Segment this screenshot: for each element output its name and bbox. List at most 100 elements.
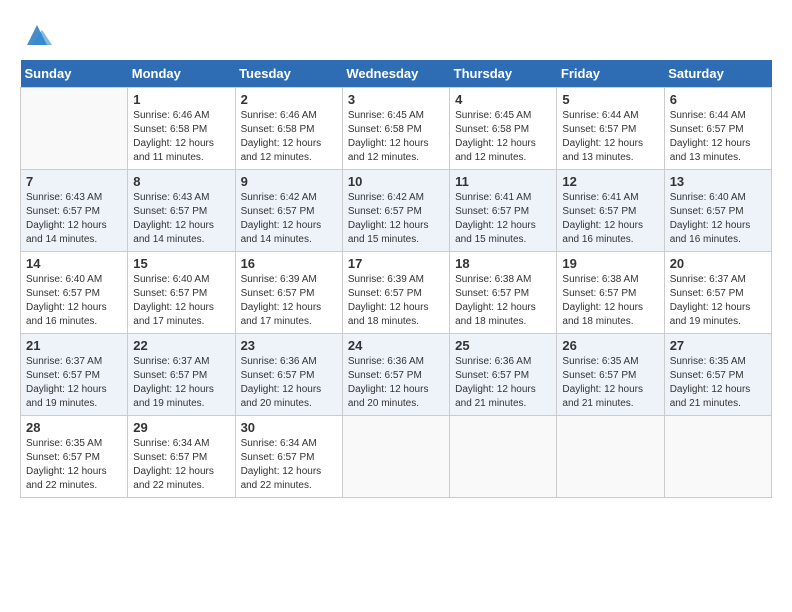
calendar-cell: 19Sunrise: 6:38 AM Sunset: 6:57 PM Dayli… bbox=[557, 252, 664, 334]
calendar-cell: 4 Sunrise: 6:45 AM Sunset: 6:58 PM Daylig… bbox=[450, 88, 557, 170]
day-number: 29 bbox=[133, 420, 229, 435]
calendar-cell: 7 Sunrise: 6:43 AM Sunset: 6:57 PM Daylig… bbox=[21, 170, 128, 252]
calendar-cell: 26 Sunrise: 6:35 AM Sunset: 6:57 PM Dayli… bbox=[557, 334, 664, 416]
day-number: 24 bbox=[348, 338, 444, 353]
day-number: 25 bbox=[455, 338, 551, 353]
calendar-week-2: 7 Sunrise: 6:43 AM Sunset: 6:57 PM Daylig… bbox=[21, 170, 772, 252]
day-info: Sunrise: 6:44 AM Sunset: 6:57 PM Dayligh… bbox=[670, 109, 766, 165]
day-info: Sunrise: 6:45 AM Sunset: 6:58 PM Dayligh… bbox=[348, 109, 444, 165]
calendar-cell: 5 Sunrise: 6:44 AM Sunset: 6:57 PM Daylig… bbox=[557, 88, 664, 170]
calendar-cell bbox=[450, 416, 557, 498]
day-number: 3 bbox=[348, 92, 444, 107]
calendar-cell: 12 Sunrise: 6:41 AM Sunset: 6:57 PM Dayli… bbox=[557, 170, 664, 252]
logo-icon bbox=[22, 20, 52, 50]
day-number: 14 bbox=[26, 256, 122, 271]
day-number: 17 bbox=[348, 256, 444, 271]
day-info: Sunrise: 6:46 AM Sunset: 6:58 PM Dayligh… bbox=[241, 109, 337, 165]
day-header-tuesday: Tuesday bbox=[235, 60, 342, 88]
day-number: 6 bbox=[670, 92, 766, 107]
day-info: Sunrise: 6:43 AM Sunset: 6:57 PM Dayligh… bbox=[26, 191, 122, 247]
day-info: Sunrise: 6:41 AM Sunset: 6:57 PM Dayligh… bbox=[455, 191, 551, 247]
day-number: 27 bbox=[670, 338, 766, 353]
day-info: Sunrise: 6:43 AM Sunset: 6:57 PM Dayligh… bbox=[133, 191, 229, 247]
calendar-cell: 14 Sunrise: 6:40 AM Sunset: 6:57 PM Dayli… bbox=[21, 252, 128, 334]
calendar-header-row: SundayMondayTuesdayWednesdayThursdayFrid… bbox=[21, 60, 772, 88]
calendar-week-1: 1 Sunrise: 6:46 AM Sunset: 6:58 PM Daylig… bbox=[21, 88, 772, 170]
day-header-saturday: Saturday bbox=[664, 60, 771, 88]
calendar-cell: 11 Sunrise: 6:41 AM Sunset: 6:57 PM Dayli… bbox=[450, 170, 557, 252]
day-info: Sunrise: 6:40 AM Sunset: 6:57 PM Dayligh… bbox=[133, 273, 229, 329]
day-number: 26 bbox=[562, 338, 658, 353]
calendar-cell: 15Sunrise: 6:40 AM Sunset: 6:57 PM Dayli… bbox=[128, 252, 235, 334]
day-number: 23 bbox=[241, 338, 337, 353]
calendar-cell: 18 Sunrise: 6:38 AM Sunset: 6:57 PM Dayli… bbox=[450, 252, 557, 334]
calendar-week-5: 28Sunrise: 6:35 AM Sunset: 6:57 PM Dayli… bbox=[21, 416, 772, 498]
day-info: Sunrise: 6:36 AM Sunset: 6:57 PM Dayligh… bbox=[348, 355, 444, 411]
day-number: 18 bbox=[455, 256, 551, 271]
calendar-cell bbox=[557, 416, 664, 498]
day-info: Sunrise: 6:40 AM Sunset: 6:57 PM Dayligh… bbox=[26, 273, 122, 329]
day-number: 1 bbox=[133, 92, 229, 107]
calendar-cell: 23Sunrise: 6:36 AM Sunset: 6:57 PM Dayli… bbox=[235, 334, 342, 416]
calendar-week-4: 21 Sunrise: 6:37 AM Sunset: 6:57 PM Dayli… bbox=[21, 334, 772, 416]
calendar-cell: 2 Sunrise: 6:46 AM Sunset: 6:58 PM Daylig… bbox=[235, 88, 342, 170]
calendar-cell: 30 Sunrise: 6:34 AM Sunset: 6:57 PM Dayli… bbox=[235, 416, 342, 498]
calendar-cell: 24 Sunrise: 6:36 AM Sunset: 6:57 PM Dayli… bbox=[342, 334, 449, 416]
calendar-cell: 10Sunrise: 6:42 AM Sunset: 6:57 PM Dayli… bbox=[342, 170, 449, 252]
day-number: 28 bbox=[26, 420, 122, 435]
day-info: Sunrise: 6:35 AM Sunset: 6:57 PM Dayligh… bbox=[562, 355, 658, 411]
day-info: Sunrise: 6:40 AM Sunset: 6:57 PM Dayligh… bbox=[670, 191, 766, 247]
day-info: Sunrise: 6:39 AM Sunset: 6:57 PM Dayligh… bbox=[348, 273, 444, 329]
day-number: 22 bbox=[133, 338, 229, 353]
calendar-cell: 16 Sunrise: 6:39 AM Sunset: 6:57 PM Dayli… bbox=[235, 252, 342, 334]
calendar-week-3: 14 Sunrise: 6:40 AM Sunset: 6:57 PM Dayli… bbox=[21, 252, 772, 334]
day-number: 11 bbox=[455, 174, 551, 189]
day-info: Sunrise: 6:45 AM Sunset: 6:58 PM Dayligh… bbox=[455, 109, 551, 165]
day-info: Sunrise: 6:35 AM Sunset: 6:57 PM Dayligh… bbox=[670, 355, 766, 411]
calendar-cell: 3 Sunrise: 6:45 AM Sunset: 6:58 PM Daylig… bbox=[342, 88, 449, 170]
day-header-friday: Friday bbox=[557, 60, 664, 88]
day-number: 7 bbox=[26, 174, 122, 189]
day-number: 21 bbox=[26, 338, 122, 353]
day-info: Sunrise: 6:37 AM Sunset: 6:57 PM Dayligh… bbox=[670, 273, 766, 329]
day-info: Sunrise: 6:36 AM Sunset: 6:57 PM Dayligh… bbox=[455, 355, 551, 411]
day-number: 4 bbox=[455, 92, 551, 107]
calendar-cell: 20 Sunrise: 6:37 AM Sunset: 6:57 PM Dayli… bbox=[664, 252, 771, 334]
calendar-cell bbox=[664, 416, 771, 498]
calendar-table: SundayMondayTuesdayWednesdayThursdayFrid… bbox=[20, 60, 772, 498]
day-header-thursday: Thursday bbox=[450, 60, 557, 88]
day-info: Sunrise: 6:38 AM Sunset: 6:57 PM Dayligh… bbox=[562, 273, 658, 329]
day-number: 20 bbox=[670, 256, 766, 271]
day-number: 13 bbox=[670, 174, 766, 189]
day-number: 8 bbox=[133, 174, 229, 189]
calendar-cell: 8 Sunrise: 6:43 AM Sunset: 6:57 PM Daylig… bbox=[128, 170, 235, 252]
calendar-cell: 6 Sunrise: 6:44 AM Sunset: 6:57 PM Daylig… bbox=[664, 88, 771, 170]
day-info: Sunrise: 6:34 AM Sunset: 6:57 PM Dayligh… bbox=[241, 437, 337, 493]
page-header bbox=[20, 20, 772, 50]
calendar-cell: 9Sunrise: 6:42 AM Sunset: 6:57 PM Daylig… bbox=[235, 170, 342, 252]
day-header-sunday: Sunday bbox=[21, 60, 128, 88]
day-info: Sunrise: 6:37 AM Sunset: 6:57 PM Dayligh… bbox=[26, 355, 122, 411]
day-header-monday: Monday bbox=[128, 60, 235, 88]
day-number: 2 bbox=[241, 92, 337, 107]
day-info: Sunrise: 6:38 AM Sunset: 6:57 PM Dayligh… bbox=[455, 273, 551, 329]
day-info: Sunrise: 6:41 AM Sunset: 6:57 PM Dayligh… bbox=[562, 191, 658, 247]
calendar-cell bbox=[342, 416, 449, 498]
calendar-cell: 1 Sunrise: 6:46 AM Sunset: 6:58 PM Daylig… bbox=[128, 88, 235, 170]
day-number: 5 bbox=[562, 92, 658, 107]
day-info: Sunrise: 6:44 AM Sunset: 6:57 PM Dayligh… bbox=[562, 109, 658, 165]
day-info: Sunrise: 6:46 AM Sunset: 6:58 PM Dayligh… bbox=[133, 109, 229, 165]
day-number: 9 bbox=[241, 174, 337, 189]
calendar-cell: 25 Sunrise: 6:36 AM Sunset: 6:57 PM Dayli… bbox=[450, 334, 557, 416]
logo bbox=[20, 20, 52, 50]
calendar-cell: 28Sunrise: 6:35 AM Sunset: 6:57 PM Dayli… bbox=[21, 416, 128, 498]
day-info: Sunrise: 6:39 AM Sunset: 6:57 PM Dayligh… bbox=[241, 273, 337, 329]
calendar-cell: 21 Sunrise: 6:37 AM Sunset: 6:57 PM Dayli… bbox=[21, 334, 128, 416]
day-header-wednesday: Wednesday bbox=[342, 60, 449, 88]
calendar-cell bbox=[21, 88, 128, 170]
day-number: 16 bbox=[241, 256, 337, 271]
day-number: 30 bbox=[241, 420, 337, 435]
day-info: Sunrise: 6:37 AM Sunset: 6:57 PM Dayligh… bbox=[133, 355, 229, 411]
calendar-cell: 22 Sunrise: 6:37 AM Sunset: 6:57 PM Dayli… bbox=[128, 334, 235, 416]
day-number: 12 bbox=[562, 174, 658, 189]
